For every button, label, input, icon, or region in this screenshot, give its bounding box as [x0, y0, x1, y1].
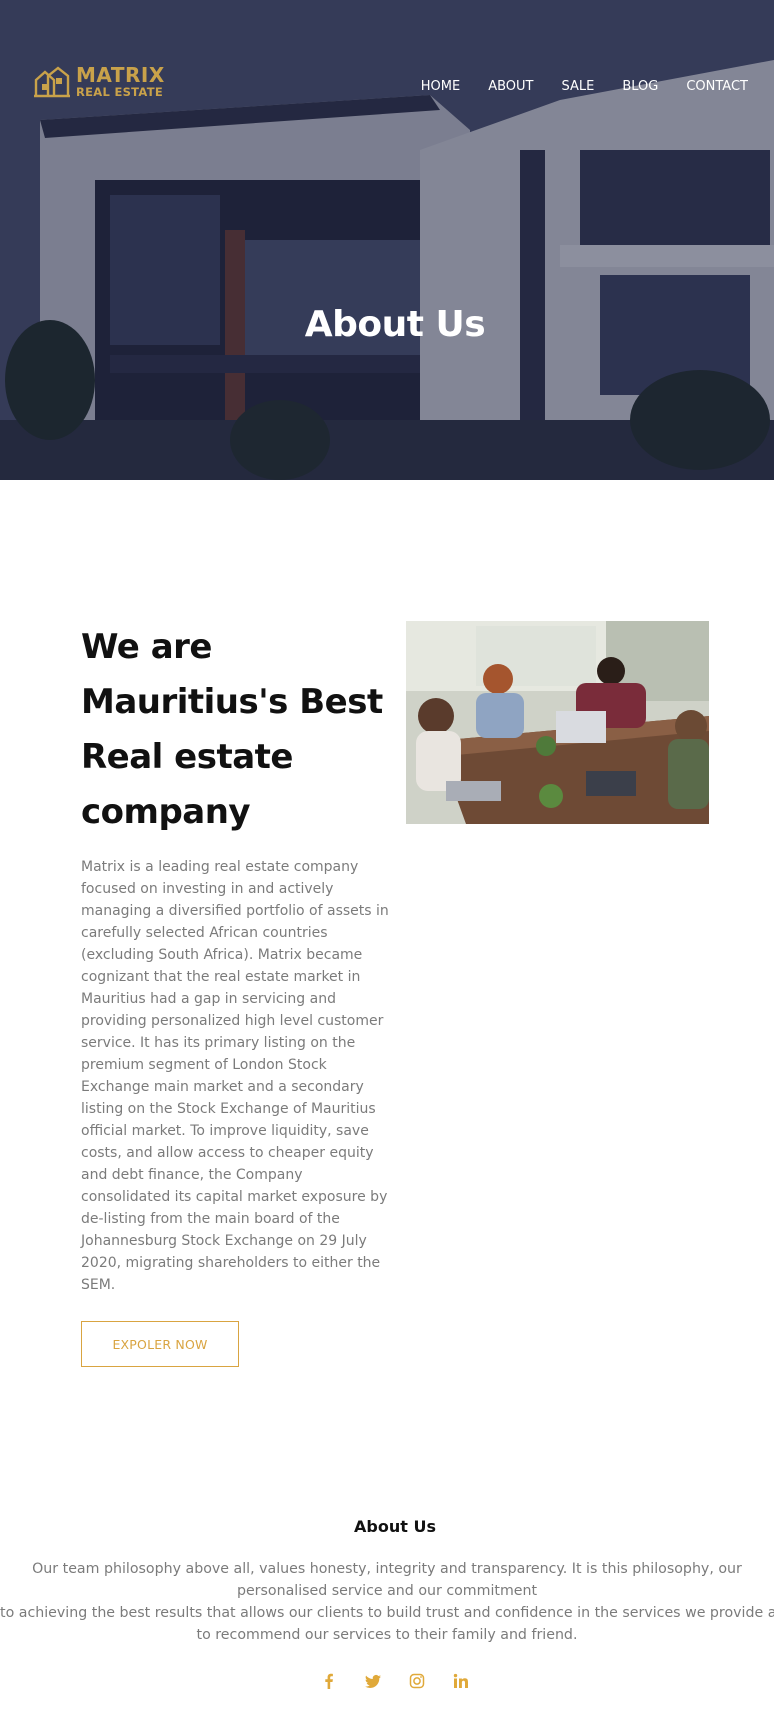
instagram-icon[interactable] — [407, 1671, 427, 1691]
footer-text-line: to achieving the best results that allow… — [0, 1605, 774, 1621]
house-logo-icon — [34, 66, 70, 98]
team-meeting-photo — [406, 621, 709, 824]
brand-logo[interactable]: MATRIX REAL ESTATE — [34, 64, 174, 100]
social-links — [0, 1671, 774, 1691]
intro-heading: We are Mauritius's Best Real estate comp… — [81, 627, 383, 832]
footer-text-line: to recommend our services to their famil… — [196, 1627, 578, 1643]
footer-text-line: Our team philosophy above all, values ho… — [32, 1561, 742, 1577]
page-title: About Us — [304, 304, 486, 346]
facebook-icon[interactable] — [319, 1671, 339, 1691]
main-nav: HOME ABOUT SALE BLOG CONTACT — [393, 77, 748, 97]
brand-name: MATRIX — [76, 63, 165, 87]
nav-sale[interactable]: SALE — [561, 77, 594, 97]
brand-subtitle: REAL ESTATE — [76, 85, 164, 99]
footer-text-line: personalised service and our commitment — [236, 1583, 538, 1599]
team-meeting-image — [406, 621, 709, 824]
footer-about-text: Our team philosophy above all, values ho… — [0, 1558, 774, 1646]
nav-blog[interactable]: BLOG — [622, 77, 658, 97]
intro-description: Matrix is a leading real estate company … — [81, 859, 389, 1293]
hero-banner: MATRIX REAL ESTATE HOME ABOUT SALE BLOG … — [0, 0, 774, 480]
nav-about[interactable]: ABOUT — [488, 77, 533, 97]
twitter-icon[interactable] — [363, 1671, 383, 1691]
nav-home[interactable]: HOME — [421, 77, 460, 97]
explore-now-button[interactable]: EXPOLER NOW — [81, 1321, 239, 1367]
footer-about-title: About Us — [354, 1517, 436, 1536]
linkedin-icon[interactable] — [451, 1671, 471, 1691]
nav-contact[interactable]: CONTACT — [686, 77, 748, 97]
